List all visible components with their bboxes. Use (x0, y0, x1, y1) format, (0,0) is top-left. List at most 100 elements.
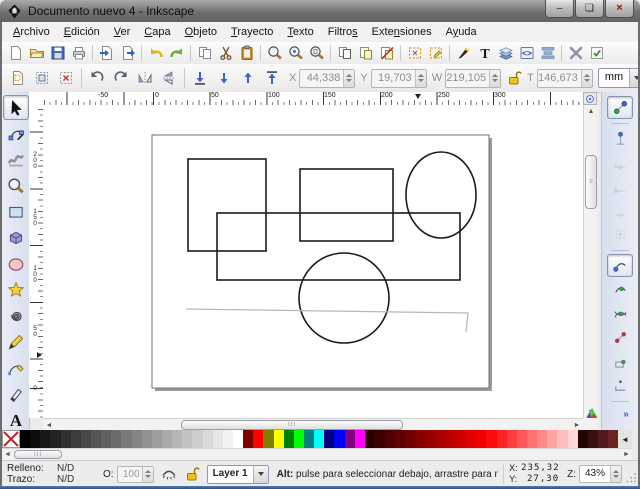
duplicate-button[interactable] (334, 43, 355, 64)
redo-button[interactable] (166, 43, 187, 64)
palette-swatch[interactable] (507, 430, 517, 448)
horizontal-ruler[interactable]: -50050100150200250300 (43, 92, 583, 106)
tool-select-button[interactable] (3, 95, 29, 120)
palette-swatch[interactable] (213, 430, 223, 448)
zoom-page-button[interactable] (306, 43, 327, 64)
resize-grip[interactable] (626, 467, 638, 487)
tool-zoom-button[interactable] (3, 173, 29, 198)
rotate-cw-button[interactable] (109, 66, 133, 90)
palette-swatch[interactable] (426, 430, 436, 448)
palette-swatch[interactable] (142, 430, 152, 448)
snap-bbox-corner-button[interactable] (607, 175, 633, 198)
save-button[interactable] (47, 43, 68, 64)
export-button[interactable] (117, 43, 138, 64)
palette-swatch[interactable] (182, 430, 192, 448)
palette-swatch[interactable] (415, 430, 425, 448)
select-original-button[interactable] (404, 43, 425, 64)
doc-properties-button[interactable] (586, 43, 607, 64)
layer-selector[interactable]: Layer 1 (207, 465, 269, 484)
tool-rect-button[interactable] (3, 199, 29, 224)
v-scroll-thumb[interactable]: ≡ (585, 155, 597, 209)
select-all-button[interactable] (6, 66, 30, 90)
palette-scroll-left-arrow[interactable]: ◄ (618, 430, 632, 448)
undo-button[interactable] (145, 43, 166, 64)
snap-bbox-edge-button[interactable] (607, 151, 633, 174)
palette-swatch[interactable] (345, 430, 355, 448)
palette-swatch[interactable] (446, 430, 456, 448)
snap-path-button[interactable] (607, 278, 633, 301)
layers-button[interactable] (495, 43, 516, 64)
snap-smooth-node-button[interactable] (607, 350, 633, 373)
xml-editor-button[interactable]: <> (516, 43, 537, 64)
palette-swatch[interactable] (243, 430, 253, 448)
menu-texto[interactable]: Texto (280, 24, 320, 40)
palette-swatch[interactable] (294, 430, 304, 448)
raise-button[interactable] (236, 66, 260, 90)
palette-swatch[interactable] (71, 430, 81, 448)
palette-swatch[interactable] (253, 430, 263, 448)
tool-bezier-button[interactable] (3, 355, 29, 380)
clone-button[interactable] (355, 43, 376, 64)
palette-swatch[interactable] (395, 430, 405, 448)
palette-swatch[interactable] (476, 430, 486, 448)
close-button[interactable]: × (605, 0, 634, 18)
tool-star-button[interactable] (3, 277, 29, 302)
copy-button[interactable] (194, 43, 215, 64)
palette-swatch[interactable] (121, 430, 131, 448)
palette-swatch[interactable] (50, 430, 60, 448)
scroll-corner-button[interactable] (583, 92, 597, 105)
color-management-icon[interactable] (585, 406, 599, 420)
select-all-layers-button[interactable] (30, 66, 54, 90)
import-button[interactable] (96, 43, 117, 64)
field-t-input[interactable]: 146,673 (537, 69, 593, 88)
v-scrollbar[interactable]: ▲ ≡ ▼ (583, 105, 597, 418)
menu-filtros[interactable]: Filtros (321, 24, 365, 40)
deselect-button[interactable] (54, 66, 78, 90)
palette-swatch[interactable] (334, 430, 344, 448)
palette-swatch[interactable] (20, 430, 30, 448)
zoom-drawing-button[interactable] (285, 43, 306, 64)
palette-swatch[interactable] (608, 430, 618, 448)
palette-swatch[interactable] (192, 430, 202, 448)
palette-swatch[interactable] (101, 430, 111, 448)
canvas[interactable] (43, 105, 583, 418)
menu-capa[interactable]: Capa (137, 24, 177, 40)
menu-trayecto[interactable]: Trayecto (224, 24, 280, 40)
minimize-button[interactable]: – (545, 0, 574, 18)
palette-swatch[interactable] (284, 430, 294, 448)
snap-bbox-button[interactable] (607, 127, 633, 150)
lower-button[interactable] (212, 66, 236, 90)
field-x-input[interactable]: 44,338 (299, 69, 355, 88)
snapbar-overflow-chevron[interactable]: » (623, 409, 629, 420)
opacity-field[interactable]: 100 (117, 466, 154, 483)
palette-scrollbar[interactable]: ◄ III ► (2, 448, 632, 460)
flip-vertical-button[interactable] (157, 66, 181, 90)
no-color-swatch[interactable] (2, 430, 20, 448)
tool-ellipse-button[interactable] (3, 251, 29, 276)
palette-swatch[interactable] (466, 430, 476, 448)
paste-button[interactable] (236, 43, 257, 64)
palette-swatch[interactable] (375, 430, 385, 448)
palette-swatch[interactable] (405, 430, 415, 448)
flip-horizontal-button[interactable] (133, 66, 157, 90)
palette-swatch[interactable] (456, 430, 466, 448)
page[interactable] (152, 135, 489, 388)
menu-ayuda[interactable]: Ayuda (439, 24, 484, 40)
preferences-button[interactable] (565, 43, 586, 64)
menu-edición[interactable]: Edición (57, 24, 107, 40)
palette-swatch[interactable] (527, 430, 537, 448)
unlink-clone-button[interactable] (376, 43, 397, 64)
menu-ver[interactable]: Ver (107, 24, 138, 40)
field-w-input[interactable]: 219,105 (445, 69, 501, 88)
menu-objeto[interactable]: Objeto (178, 24, 224, 40)
palette-swatch[interactable] (537, 430, 547, 448)
tool-3dbox-button[interactable] (3, 225, 29, 250)
snap-midpoint-button[interactable] (607, 374, 633, 397)
zoom-field[interactable]: 43% (579, 465, 622, 483)
palette-swatch[interactable] (314, 430, 324, 448)
tool-spiral-button[interactable] (3, 303, 29, 328)
palette-swatch[interactable] (132, 430, 142, 448)
text-dialog-button[interactable]: T (474, 43, 495, 64)
tool-text-button[interactable]: A (3, 407, 29, 432)
palette-swatch[interactable] (274, 430, 284, 448)
